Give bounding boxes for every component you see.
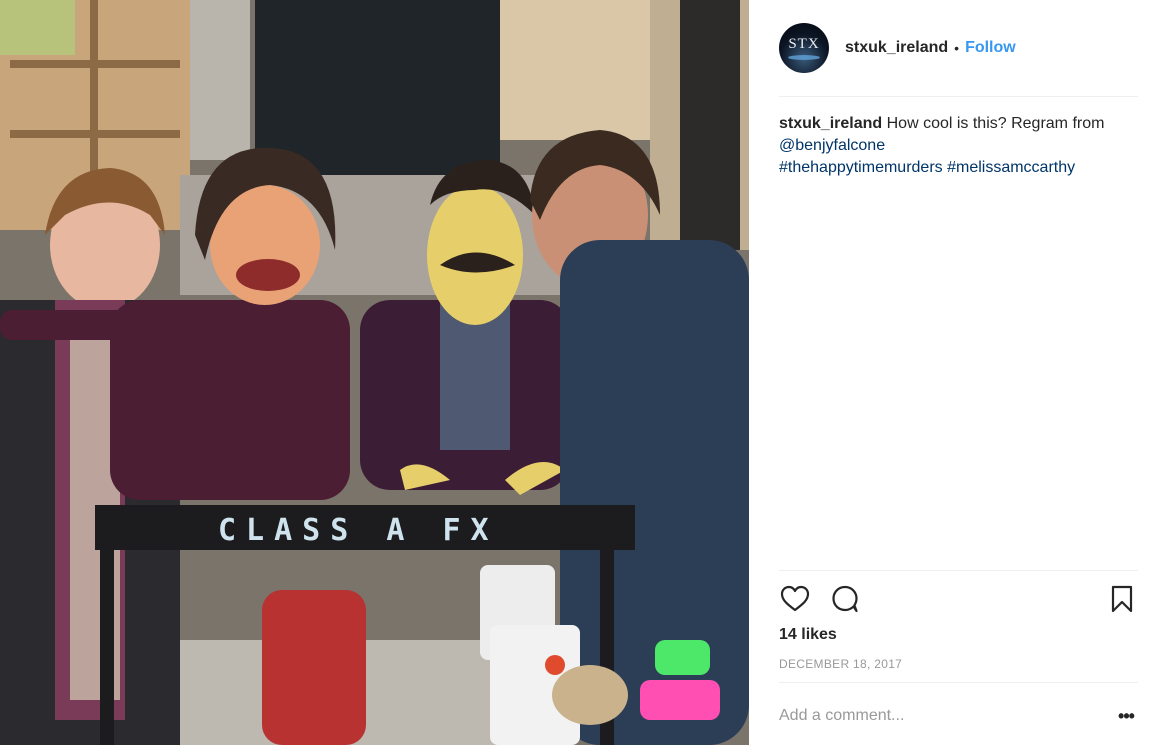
post-photo[interactable]: CLASS A FX: [0, 0, 749, 745]
post-date[interactable]: DECEMBER 18, 2017: [779, 657, 902, 671]
header-username[interactable]: stxuk_ireland: [845, 39, 948, 57]
header-divider: [779, 96, 1138, 97]
comment-divider: [779, 682, 1138, 683]
post-header: STX stxuk_ireland • Follow: [779, 22, 1138, 74]
account-avatar[interactable]: STX: [779, 23, 829, 73]
avatar-glow: [788, 55, 820, 60]
cart-sign-text: CLASS A FX: [218, 513, 499, 548]
caption-username[interactable]: stxuk_ireland: [779, 115, 882, 132]
follow-button[interactable]: Follow: [965, 39, 1016, 57]
comment-input[interactable]: [779, 707, 1114, 725]
comment-button[interactable]: [829, 583, 861, 615]
more-options-icon[interactable]: •••: [1114, 706, 1138, 727]
post-caption: stxuk_ireland How cool is this? Regram f…: [779, 113, 1132, 179]
caption-hashtag[interactable]: #thehappytimemurders: [779, 159, 943, 176]
comment-bar: •••: [779, 697, 1138, 735]
caption-mention[interactable]: @benjyfalcone: [779, 137, 885, 154]
actions-divider: [779, 570, 1138, 571]
post-details-panel: STX stxuk_ireland • Follow stxuk_ireland…: [749, 0, 1156, 745]
like-count[interactable]: 14 likes: [779, 626, 837, 644]
caption-text: How cool is this? Regram from: [886, 115, 1105, 132]
photo-illustration: CLASS A FX: [0, 0, 749, 745]
header-separator: •: [954, 40, 960, 56]
caption-hashtag[interactable]: #melissamccarthy: [947, 159, 1075, 176]
bookmark-icon: [1111, 585, 1133, 613]
save-button[interactable]: [1106, 583, 1138, 615]
comment-icon: [832, 585, 858, 613]
heart-icon: [780, 585, 810, 612]
post-actions: [779, 583, 1138, 615]
like-button[interactable]: [779, 583, 811, 615]
stx-logo-icon: STX: [788, 36, 820, 52]
